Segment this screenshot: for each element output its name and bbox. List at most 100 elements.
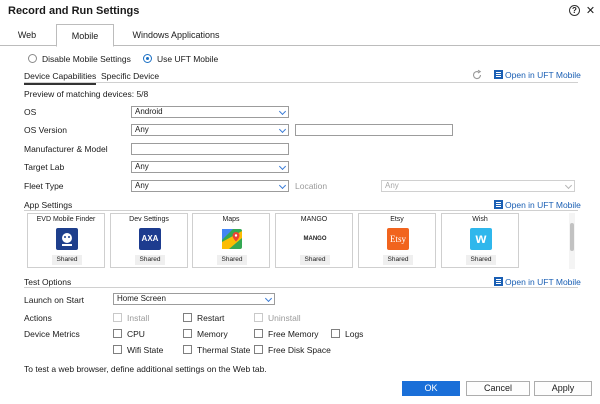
divider <box>24 287 578 288</box>
location-label: Location <box>295 181 328 191</box>
app-card-wish[interactable]: Wish w Shared <box>441 213 519 268</box>
chevron-down-icon <box>278 162 287 171</box>
chevron-down-icon <box>278 125 287 134</box>
help-icon[interactable]: ? <box>569 5 580 16</box>
use-uft-mobile-label: Use UFT Mobile <box>157 54 219 64</box>
device-metrics-label: Device Metrics <box>24 329 80 339</box>
open-link-label: Open in UFT Mobile <box>505 200 581 210</box>
open-in-uft-apps-link[interactable]: Open in UFT Mobile <box>494 200 581 210</box>
evd-app-icon <box>56 228 78 250</box>
apply-button[interactable]: Apply <box>534 381 592 396</box>
app-card-mango[interactable]: MANGO MANGO Shared <box>275 213 353 268</box>
app-settings-title: App Settings <box>24 200 73 210</box>
os-version-value: Any <box>135 125 149 134</box>
shared-badge: Shared <box>135 255 165 265</box>
free-disk-space-checkbox[interactable] <box>254 345 263 354</box>
wifi-state-checkbox[interactable] <box>113 345 122 354</box>
logs-checkbox[interactable] <box>331 329 340 338</box>
app-name: Maps <box>222 216 240 223</box>
thermal-state-checkbox[interactable] <box>183 345 192 354</box>
manufacturer-label: Manufacturer & Model <box>24 144 108 154</box>
divider <box>24 210 578 211</box>
app-name: EVD Mobile Finder <box>36 216 96 223</box>
restart-label: Restart <box>197 313 225 323</box>
disable-mobile-radio[interactable] <box>28 54 37 63</box>
launch-on-start-select[interactable]: Home Screen <box>113 293 275 305</box>
open-in-uft-device-link[interactable]: Open in UFT Mobile <box>494 70 581 80</box>
launch-on-start-label: Launch on Start <box>24 295 85 305</box>
shared-badge: Shared <box>300 255 330 265</box>
os-label: OS <box>24 107 37 117</box>
axa-app-icon: AXA <box>139 228 161 250</box>
ok-button[interactable]: OK <box>402 381 460 396</box>
location-value: Any <box>385 181 399 190</box>
refresh-icon[interactable] <box>471 69 483 81</box>
target-lab-select[interactable]: Any <box>131 161 289 173</box>
manufacturer-input[interactable] <box>131 143 289 155</box>
chevron-down-icon <box>264 294 273 303</box>
open-in-uft-options-link[interactable]: Open in UFT Mobile <box>494 277 581 287</box>
logs-label: Logs <box>345 329 364 339</box>
tab-specific-device[interactable]: Specific Device <box>101 71 159 81</box>
cpu-checkbox[interactable] <box>113 329 122 338</box>
wish-app-icon: w <box>470 228 492 250</box>
fleet-type-value: Any <box>135 181 149 190</box>
os-select[interactable]: Android <box>131 106 289 118</box>
install-checkbox[interactable] <box>113 313 122 322</box>
memory-checkbox[interactable] <box>183 329 192 338</box>
app-card-etsy[interactable]: Etsy Etsy Shared <box>358 213 436 268</box>
web-tab-hint: To test a web browser, define additional… <box>24 364 267 374</box>
uft-mobile-icon <box>494 277 503 286</box>
app-card-maps[interactable]: Maps Shared <box>192 213 270 268</box>
uft-mobile-icon <box>494 200 503 209</box>
os-value: Android <box>135 107 163 116</box>
fleet-type-select[interactable]: Any <box>131 180 289 192</box>
fleet-type-label: Fleet Type <box>24 181 64 191</box>
free-memory-label: Free Memory <box>268 329 319 339</box>
os-version-input[interactable] <box>295 124 453 136</box>
shared-badge: Shared <box>383 255 413 265</box>
tab-web[interactable]: Web <box>10 24 44 46</box>
shared-badge: Shared <box>52 255 82 265</box>
window-title: Record and Run Settings <box>8 5 140 17</box>
shared-badge: Shared <box>217 255 247 265</box>
location-select[interactable]: Any <box>381 180 575 192</box>
main-tab-bar: Web Mobile Windows Applications <box>0 24 600 47</box>
free-memory-checkbox[interactable] <box>254 329 263 338</box>
chevron-down-icon <box>278 107 287 116</box>
free-disk-space-label: Free Disk Space <box>268 345 331 355</box>
cpu-label: CPU <box>127 329 145 339</box>
app-card-evd[interactable]: EVD Mobile Finder Shared <box>27 213 105 268</box>
test-options-title: Test Options <box>24 277 72 287</box>
app-name: Dev Settings <box>129 216 169 223</box>
cancel-button[interactable]: Cancel <box>466 381 530 396</box>
wifi-state-label: Wifi State <box>127 345 164 355</box>
target-lab-label: Target Lab <box>24 162 65 172</box>
target-lab-value: Any <box>135 162 149 171</box>
memory-label: Memory <box>197 329 228 339</box>
launch-value: Home Screen <box>117 294 166 303</box>
etsy-app-icon: Etsy <box>387 228 409 250</box>
app-name: MANGO <box>300 216 328 223</box>
restart-checkbox[interactable] <box>183 313 192 322</box>
apps-scrollbar-thumb[interactable] <box>570 223 574 251</box>
app-card-dev-settings[interactable]: Dev Settings AXA Shared <box>110 213 188 268</box>
divider <box>24 82 578 83</box>
actions-label: Actions <box>24 313 52 323</box>
os-version-select[interactable]: Any <box>131 124 289 136</box>
open-link-label: Open in UFT Mobile <box>505 277 581 287</box>
app-name: Etsy <box>390 216 404 223</box>
tab-windows-applications[interactable]: Windows Applications <box>124 24 228 46</box>
uft-mobile-icon <box>494 70 503 79</box>
mango-app-icon: MANGO <box>300 228 330 250</box>
shared-badge: Shared <box>466 255 496 265</box>
uninstall-checkbox[interactable] <box>254 313 263 322</box>
os-version-label: OS Version <box>24 125 67 135</box>
preview-text: Preview of matching devices: 5/8 <box>24 89 149 99</box>
title-bar: Record and Run Settings ? ✕ <box>0 0 600 24</box>
install-label: Install <box>127 313 150 323</box>
close-icon[interactable]: ✕ <box>584 5 597 18</box>
app-name: Wish <box>472 216 488 223</box>
use-uft-mobile-radio[interactable] <box>143 54 152 63</box>
tab-mobile[interactable]: Mobile <box>56 24 114 47</box>
